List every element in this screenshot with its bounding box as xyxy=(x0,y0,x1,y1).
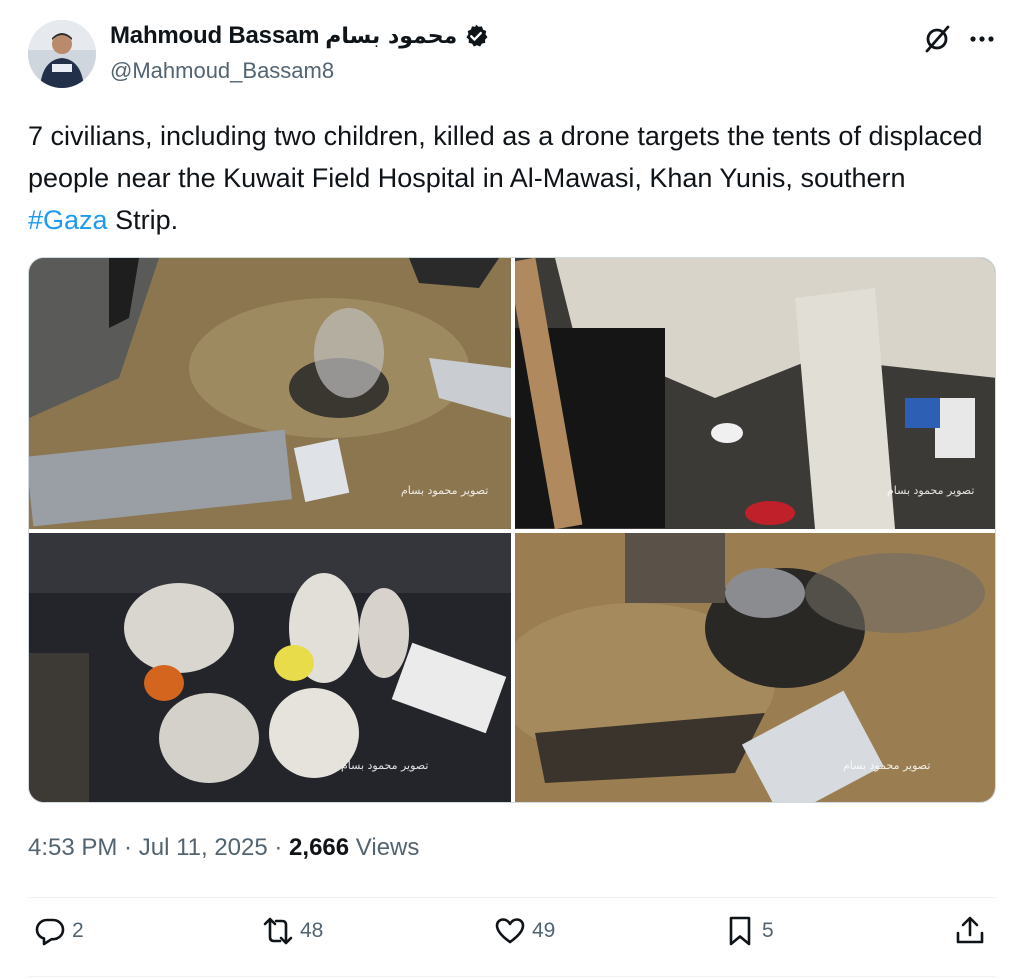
bookmark-button[interactable]: 5 xyxy=(724,915,774,947)
meta-separator: · xyxy=(117,834,139,861)
verified-badge-icon xyxy=(463,23,489,49)
more-icon[interactable] xyxy=(966,26,998,52)
hashtag-link[interactable]: #Gaza xyxy=(28,205,108,235)
action-bar: 2 48 49 5 xyxy=(28,915,996,961)
author-name-row[interactable]: Mahmoud Bassam محمود بسام xyxy=(110,22,489,50)
media-grid: تصوير محمود بسام تصوير محمود بسام تصوير … xyxy=(28,257,996,803)
photo-4[interactable]: تصوير محمود بسام xyxy=(515,533,995,802)
meta-separator: · xyxy=(267,834,290,861)
reply-icon xyxy=(35,918,65,946)
photo-watermark: تصوير محمود بسام xyxy=(341,759,429,772)
repost-button[interactable]: 48 xyxy=(262,915,323,947)
bookmark-count: 5 xyxy=(762,919,774,942)
photo-watermark: تصوير محمود بسام xyxy=(401,484,489,497)
avatar[interactable] xyxy=(28,20,96,88)
divider xyxy=(28,976,996,977)
repost-count: 48 xyxy=(300,919,324,942)
views-count: 2,666 xyxy=(289,834,350,861)
share-button[interactable] xyxy=(954,915,986,947)
tweet-time[interactable]: 4:53 PM xyxy=(28,834,117,861)
views-label: Views xyxy=(355,834,420,861)
photo-1[interactable]: تصوير محمود بسام xyxy=(29,258,511,529)
repost-icon xyxy=(263,917,293,945)
photo-watermark: تصوير محمود بسام xyxy=(887,484,975,497)
photo-3[interactable]: تصوير محمود بسام xyxy=(29,533,511,802)
reply-button[interactable]: 2 xyxy=(34,915,84,947)
share-icon xyxy=(956,916,984,944)
tweet-text: 7 civilians, including two children, kil… xyxy=(28,115,988,241)
heart-icon xyxy=(495,918,525,944)
author-display-name[interactable]: Mahmoud Bassam xyxy=(110,22,319,50)
author-handle[interactable]: @Mahmoud_Bassam8 xyxy=(110,58,334,84)
like-count: 49 xyxy=(532,919,556,942)
reply-count: 2 xyxy=(72,919,84,942)
tweet-text-body: 7 civilians, including two children, kil… xyxy=(28,121,983,193)
tweet-text-tail: Strip. xyxy=(107,205,179,235)
tweet-date[interactable]: Jul 11, 2025 xyxy=(139,834,268,861)
author-arabic-name[interactable]: محمود بسام xyxy=(325,24,457,49)
grok-icon[interactable] xyxy=(922,24,952,54)
photo-2[interactable]: تصوير محمود بسام xyxy=(515,258,995,529)
divider xyxy=(28,897,996,898)
photo-watermark: تصوير محمود بسام xyxy=(843,759,931,772)
like-button[interactable]: 49 xyxy=(494,915,555,947)
tweet-meta: 4:53 PM · Jul 11, 2025 · 2,666 Views xyxy=(28,834,419,862)
bookmark-icon xyxy=(729,916,751,946)
